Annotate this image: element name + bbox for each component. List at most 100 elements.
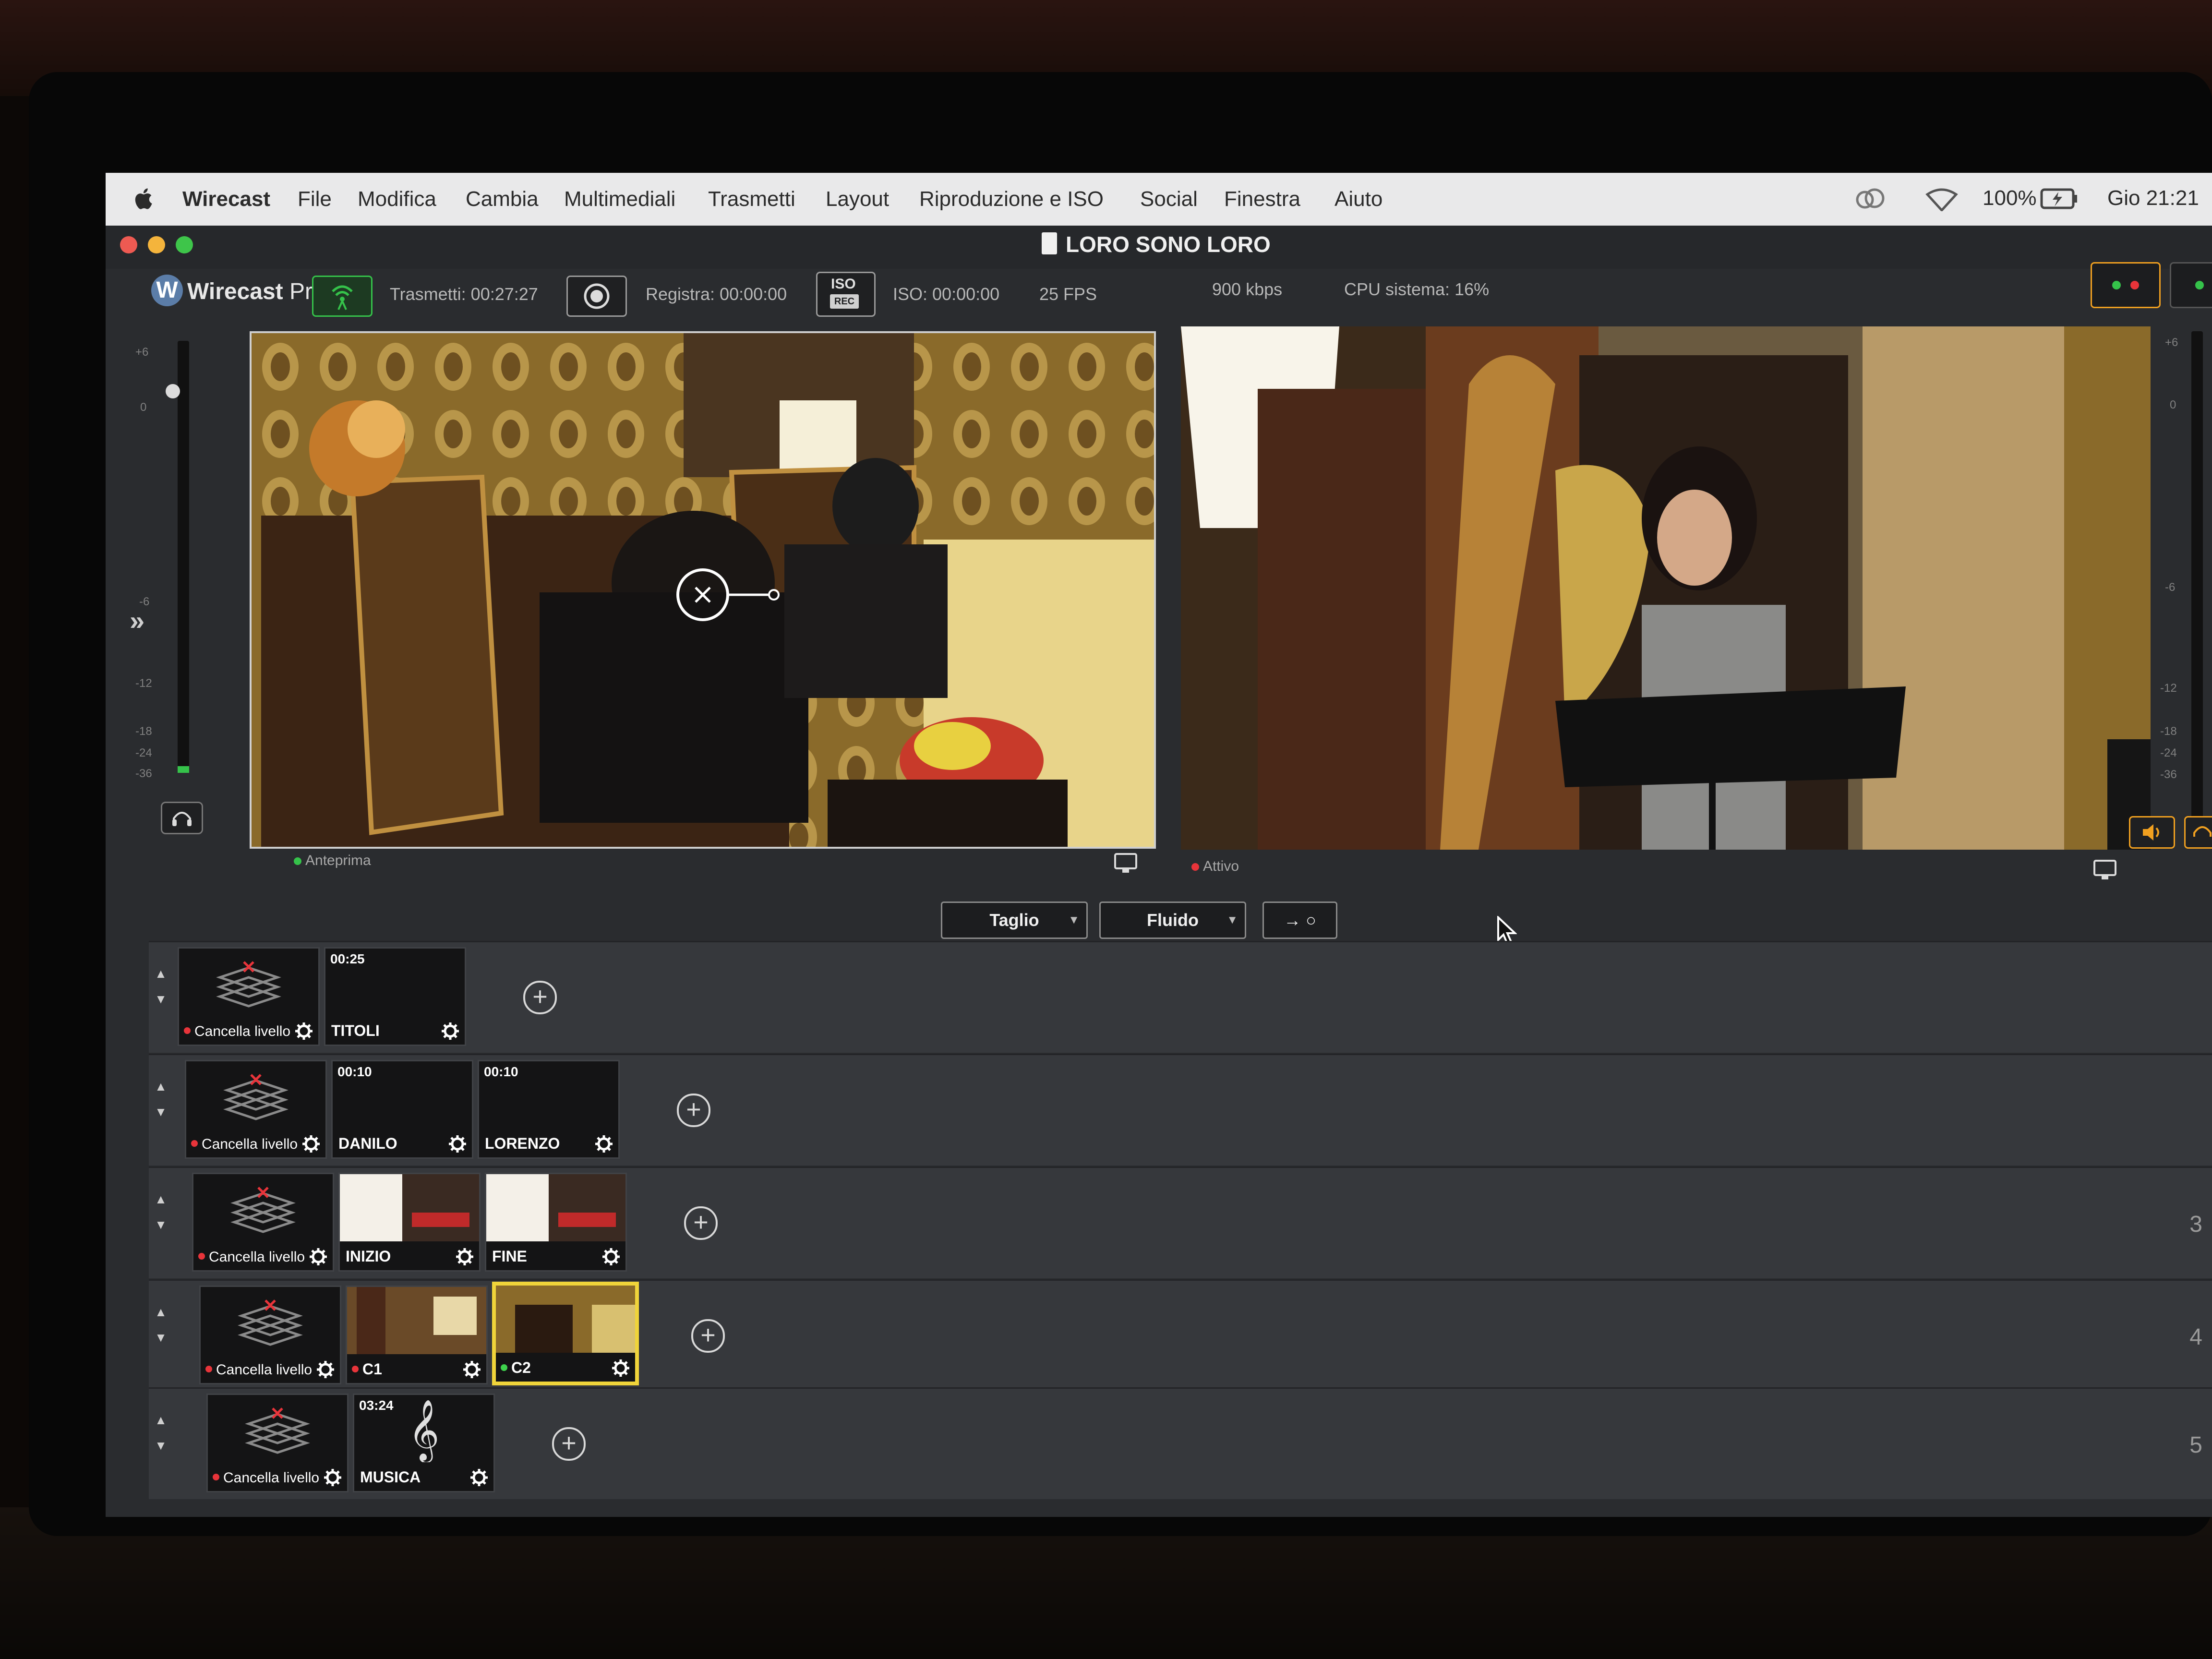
shot-c2[interactable]: C2 [492,1282,639,1385]
shot-fine[interactable]: FINE [485,1173,627,1272]
left-tick: -12 [135,677,152,690]
layer-up-icon[interactable]: ▲ [154,1079,168,1094]
layer-down-icon[interactable]: ▼ [154,1438,168,1453]
gear-icon[interactable] [455,1247,474,1266]
wifi-icon[interactable] [1925,187,1959,216]
go-button[interactable]: → ○ [1262,902,1337,939]
live-monitor-icon[interactable] [2093,859,2117,883]
layer-reorder-arrows[interactable]: ▲ ▼ [154,1305,168,1345]
shot-name: DANILO [338,1135,397,1152]
transition-cut-dropdown[interactable]: Taglio ▼ [941,902,1088,939]
add-shot-button[interactable]: + [691,1319,725,1353]
gear-icon[interactable] [601,1247,621,1266]
shot-musica[interactable]: 𝄞 03:24 MUSICA [353,1394,495,1492]
battery-percent: 100% [1983,186,2037,210]
transition-smooth-dropdown[interactable]: Fluido ▼ [1099,902,1246,939]
layer-up-icon[interactable]: ▲ [154,966,168,981]
gear-icon[interactable] [316,1360,335,1379]
stream-button[interactable] [312,276,373,317]
svg-text:𝄞: 𝄞 [408,1399,439,1462]
gear-icon[interactable] [294,1022,313,1041]
right-headphones-button[interactable] [2184,816,2212,849]
menu-finestra[interactable]: Finestra [1224,187,1300,211]
preview-video-frame [252,333,1154,847]
menu-multimediali[interactable]: Multimediali [564,187,675,211]
add-shot-button[interactable]: + [523,981,557,1014]
clear-layer-shot[interactable]: Cancella livello [206,1394,349,1492]
close-window-button[interactable] [120,236,137,253]
creative-cloud-icon[interactable] [1853,186,1887,216]
clear-layer-shot[interactable]: Cancella livello [178,947,320,1046]
preview-monitor-icon[interactable] [1114,853,1138,876]
gear-icon[interactable] [469,1468,489,1487]
chevron-down-icon: ▼ [1068,914,1080,926]
layer-reorder-arrows[interactable]: ▲ ▼ [154,1192,168,1232]
menu-social[interactable]: Social [1140,187,1198,211]
gear-icon[interactable] [309,1247,328,1266]
layer-down-icon[interactable]: ▼ [154,1330,168,1345]
apple-icon[interactable] [132,186,153,211]
layer-down-icon[interactable]: ▼ [154,1217,168,1232]
gear-icon[interactable] [448,1134,467,1154]
gear-icon[interactable] [594,1134,613,1154]
minimize-window-button[interactable] [148,236,165,253]
menu-cambia[interactable]: Cambia [466,187,539,211]
gear-icon[interactable] [462,1360,481,1379]
speaker-button[interactable] [2129,816,2175,849]
layer-reorder-arrows[interactable]: ▲ ▼ [154,1079,168,1119]
right-tick: -12 [2160,682,2177,695]
shot-c1[interactable]: C1 [346,1286,488,1384]
gear-icon[interactable] [301,1134,321,1154]
record-icon [584,283,610,309]
zoom-window-button[interactable] [176,236,193,253]
layer-up-icon[interactable]: ▲ [154,1413,168,1428]
menu-modifica[interactable]: Modifica [358,187,436,211]
menu-layout[interactable]: Layout [826,187,889,211]
layer-row: ▲ ▼ Cancella livello INIZIO FINE +3 [149,1166,2212,1278]
clear-layer-label: Cancella livello [194,1023,291,1039]
menu-trasmetti[interactable]: Trasmetti [708,187,795,211]
clear-layer-label: Cancella livello [209,1249,305,1265]
shot-titoli[interactable]: 00:25 TITOLI [324,947,466,1046]
gear-icon[interactable] [441,1022,460,1041]
expand-panel-icon[interactable]: » [130,605,144,636]
clear-layer-shot[interactable]: Cancella livello [185,1060,327,1159]
clear-layer-shot[interactable]: Cancella livello [192,1173,334,1272]
shot-inizio[interactable]: INIZIO [338,1173,481,1272]
headphones-button[interactable] [161,802,203,834]
audio-status-button[interactable] [2091,262,2161,308]
layer-up-icon[interactable]: ▲ [154,1192,168,1207]
volume-slider-handle[interactable] [166,384,180,398]
gear-icon[interactable] [323,1468,342,1487]
left-tick: -18 [135,725,152,738]
menu-clock[interactable]: Gio 21:21 [2107,186,2199,210]
preview-monitor[interactable] [250,331,1156,849]
layer-down-icon[interactable]: ▼ [154,1105,168,1119]
add-shot-button[interactable]: + [552,1427,586,1461]
wirecast-logo: Wirecast Pro [187,278,325,305]
broadcast-icon [332,285,353,310]
layer-reorder-arrows[interactable]: ▲ ▼ [154,966,168,1007]
menu-file[interactable]: File [298,187,332,211]
add-shot-button[interactable]: + [677,1094,710,1127]
iso-record-button[interactable]: ISO REC [816,272,876,317]
record-button[interactable] [566,276,627,317]
menu-app-name[interactable]: Wirecast [182,187,270,211]
layer-up-icon[interactable]: ▲ [154,1305,168,1320]
layers-stack-icon [222,1071,289,1124]
shot-danilo[interactable]: 00:10 DANILO [331,1060,473,1159]
gear-icon[interactable] [611,1358,630,1378]
headphones-icon-right [2193,826,2212,837]
battery-icon[interactable] [2040,188,2079,215]
menu-aiuto[interactable]: Aiuto [1334,187,1382,211]
bitrate-readout: 900 kbps [1212,279,1283,299]
output-status-button[interactable] [2170,262,2212,308]
live-monitor[interactable] [1181,326,2151,850]
left-tick: +6 [135,346,149,359]
add-shot-button[interactable]: + [684,1206,718,1240]
clear-layer-shot[interactable]: Cancella livello [199,1286,341,1384]
shot-lorenzo[interactable]: 00:10 LORENZO [478,1060,620,1159]
menu-riproduzione-iso[interactable]: Riproduzione e ISO [919,187,1104,211]
layer-reorder-arrows[interactable]: ▲ ▼ [154,1413,168,1453]
layer-down-icon[interactable]: ▼ [154,992,168,1007]
